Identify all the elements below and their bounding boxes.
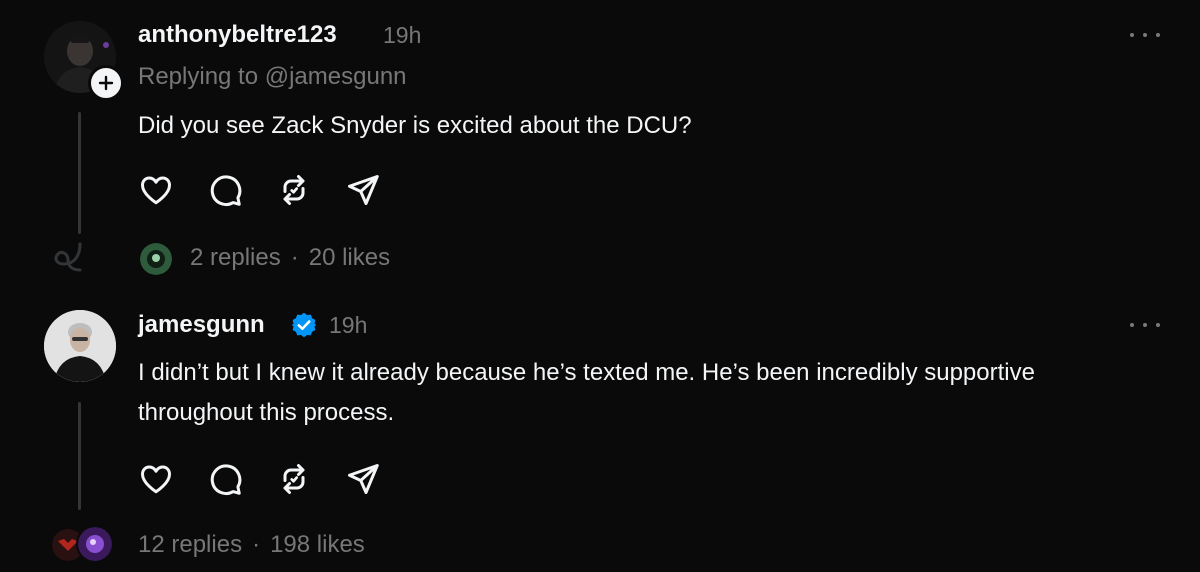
repost-button[interactable]: [274, 170, 314, 210]
post-actions: [136, 170, 412, 210]
follow-button[interactable]: [88, 65, 124, 101]
username[interactable]: anthonybeltre123: [138, 21, 337, 49]
post-actions: [136, 459, 412, 499]
more-options-icon[interactable]: [1130, 320, 1160, 330]
stats-separator: ·: [290, 244, 299, 271]
repost-icon: [283, 175, 305, 205]
thread-line: [78, 112, 81, 234]
post-text: Did you see Zack Snyder is excited about…: [138, 112, 692, 139]
thread-line: [78, 402, 81, 510]
share-button[interactable]: [343, 459, 383, 499]
thread-loop-icon: [54, 242, 82, 272]
post-stats: 2 replies · 20 likes: [190, 244, 390, 272]
post-stats: 12 replies · 198 likes: [138, 531, 365, 559]
username[interactable]: jamesgunn: [138, 311, 265, 339]
more-options-icon[interactable]: [1130, 30, 1160, 40]
timestamp[interactable]: 19h: [329, 312, 367, 339]
likes-count[interactable]: 198 likes: [270, 531, 365, 558]
like-button[interactable]: [136, 170, 176, 210]
share-icon: [348, 464, 379, 494]
heart-icon: [141, 465, 171, 494]
comment-button[interactable]: [205, 170, 245, 210]
likes-count[interactable]: 20 likes: [309, 244, 390, 271]
plus-icon: [98, 75, 114, 91]
replies-count[interactable]: 12 replies: [138, 531, 242, 558]
avatar[interactable]: [44, 310, 116, 382]
post-text: I didn’t but I knew it already because h…: [138, 359, 1035, 426]
stats-separator: ·: [252, 531, 261, 558]
verified-badge-icon: [291, 312, 317, 338]
comment-icon: [210, 175, 242, 206]
replier-avatar: [140, 243, 172, 275]
replier-avatar-image: [78, 527, 112, 561]
share-icon: [348, 175, 379, 205]
replying-to[interactable]: Replying to @jamesgunn: [138, 63, 407, 91]
heart-icon: [141, 176, 171, 205]
avatar-photo: [44, 310, 116, 382]
like-button[interactable]: [136, 459, 176, 499]
replier-avatar: [76, 525, 114, 563]
replier-avatar-image: [140, 243, 172, 275]
repost-button[interactable]: [274, 459, 314, 499]
comment-button[interactable]: [205, 459, 245, 499]
repost-icon: [283, 464, 305, 494]
replies-count[interactable]: 2 replies: [190, 244, 281, 271]
comment-icon: [210, 464, 242, 495]
share-button[interactable]: [343, 170, 383, 210]
timestamp[interactable]: 19h: [383, 22, 421, 49]
